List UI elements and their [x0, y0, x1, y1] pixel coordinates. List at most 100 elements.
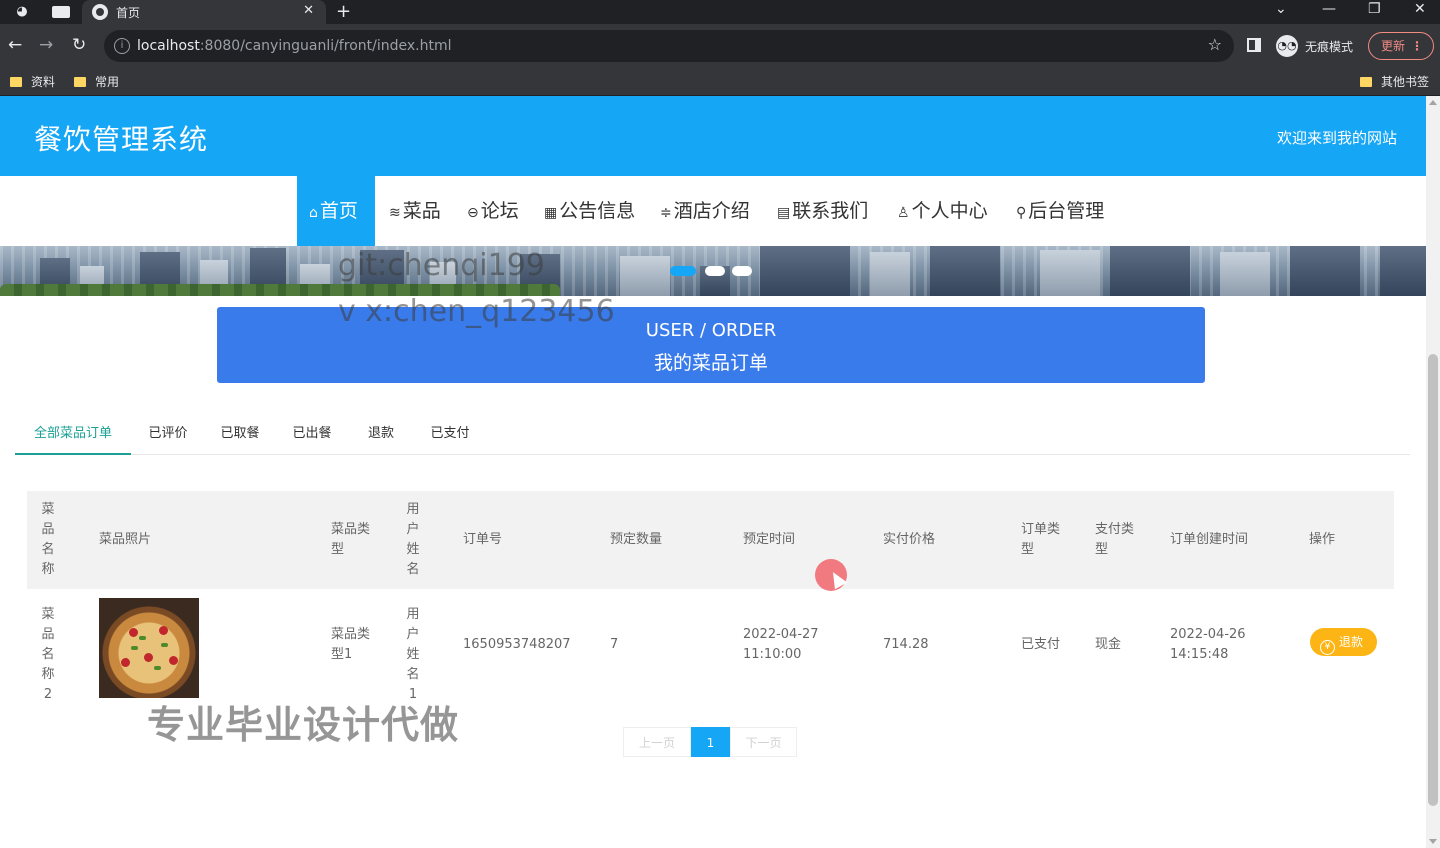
- prev-page-button[interactable]: 上一页: [623, 727, 691, 757]
- page-scrollbar[interactable]: [1426, 96, 1440, 848]
- watermark-ad: 专业毕业设计代做: [147, 703, 460, 747]
- nav-item-dishes[interactable]: ≋ 菜品: [377, 176, 453, 246]
- bookmark-folder-2[interactable]: 常用: [74, 73, 119, 90]
- globe-icon: [92, 4, 108, 20]
- minimize-icon[interactable]: —: [1322, 1, 1336, 17]
- nav-item-notice[interactable]: ▦ 公告信息: [532, 176, 647, 246]
- nav-item-contact[interactable]: ▤ 联系我们: [765, 176, 880, 246]
- th-dish-name: 菜品名称: [41, 502, 55, 577]
- carousel-dot-1[interactable]: [670, 266, 696, 276]
- th-dish-type: 菜品类型: [331, 522, 371, 557]
- th-qty: 预定数量: [610, 532, 663, 547]
- layers-icon: ≋: [389, 205, 401, 221]
- th-order-no: 订单号: [463, 532, 503, 547]
- welcome-text: 欢迎来到我的网站: [1276, 129, 1397, 147]
- scroll-up-icon[interactable]: [1429, 100, 1437, 105]
- bookmark-folder-1[interactable]: 资料: [10, 73, 55, 90]
- contact-card-icon: ▤: [777, 205, 791, 221]
- tab-refund[interactable]: 退款: [357, 414, 405, 455]
- cell-reserve-time: 11:10:00: [743, 647, 802, 662]
- tab-search-icon[interactable]: [52, 6, 70, 18]
- site-info-icon[interactable]: i: [114, 38, 130, 54]
- th-action: 操作: [1309, 532, 1336, 547]
- next-page-button[interactable]: 下一页: [730, 727, 797, 757]
- update-button[interactable]: 更新 ⋮: [1368, 32, 1434, 60]
- tab-all-orders[interactable]: 全部菜品订单: [15, 414, 131, 455]
- tab-reviewed[interactable]: 已评价: [137, 414, 199, 455]
- user-icon: ♙: [897, 205, 910, 221]
- back-icon[interactable]: ←: [8, 36, 22, 54]
- grid-icon: ▦: [544, 205, 558, 221]
- nav-item-admin[interactable]: ⚲ 后台管理: [1004, 176, 1116, 246]
- cell-order-type: 已支付: [1021, 637, 1061, 652]
- restore-icon[interactable]: ❐: [1368, 1, 1381, 17]
- main-nav: ⌂ 首页 ≋ 菜品 ⊖ 论坛 ▦ 公告信息 ≑ 酒店介绍 ▤ 联系我们 ♙ 个人中心 ⚲ 后台管…: [0, 176, 1426, 246]
- browser-tab-strip: ◕ 首页 ✕ + ⌄ — ❐ ✕: [0, 0, 1440, 24]
- tab-served[interactable]: 已出餐: [281, 414, 343, 455]
- nav-item-forum[interactable]: ⊖ 论坛: [455, 176, 531, 246]
- incognito-label: 无痕模式: [1305, 40, 1354, 54]
- th-order-type: 订单类型: [1021, 522, 1061, 557]
- side-panel-icon[interactable]: [1247, 38, 1261, 52]
- nav-item-personal[interactable]: ♙ 个人中心: [885, 176, 1000, 246]
- nav-item-home[interactable]: ⌂ 首页: [297, 176, 375, 246]
- scroll-down-icon[interactable]: [1429, 839, 1437, 844]
- close-tab-icon[interactable]: ✕: [303, 3, 314, 18]
- incognito-icon[interactable]: ◔◔: [1276, 35, 1298, 57]
- table-header: 菜品名称 菜品照片 菜品类型 用户姓名 订单号 预定数量 预定时间 实付价格 订…: [27, 491, 1394, 589]
- order-banner-cn: 我的菜品订单: [653, 352, 768, 374]
- cell-order-no: 1650953748207: [463, 637, 571, 652]
- cell-qty: 7: [610, 637, 619, 652]
- tab-title: 首页: [116, 6, 141, 20]
- address-bar[interactable]: i localhost:8080/canyinguanli/front/inde…: [104, 30, 1234, 62]
- cell-dish-name: 菜品名称2: [41, 607, 55, 702]
- cell-pay-type: 现金: [1095, 637, 1122, 652]
- carousel-dot-2[interactable]: [705, 266, 725, 276]
- link-icon: ⚲: [1016, 205, 1027, 221]
- nav-item-hotel-intro[interactable]: ≑ 酒店介绍: [648, 176, 762, 246]
- bookmark-star-icon[interactable]: ☆: [1208, 35, 1222, 54]
- page-content: 餐饮管理系统 欢迎来到我的网站 ⌂ 首页 ≋ 菜品 ⊖ 论坛 ▦ 公告信息 ≑ 酒店介绍 …: [0, 96, 1426, 848]
- folder-icon: [1360, 77, 1372, 87]
- browser-toolbar: ← → ↻ i localhost:8080/canyinguanli/fron…: [0, 24, 1440, 68]
- browser-tab-active[interactable]: 首页 ✕: [82, 0, 326, 24]
- bookmarks-bar: 资料 常用 其他书签: [0, 68, 1440, 96]
- more-menu-icon[interactable]: ⋮: [1411, 33, 1423, 59]
- scrollbar-thumb[interactable]: [1428, 354, 1438, 806]
- cell-dish-type: 菜品类型1: [331, 627, 371, 662]
- site-title: 餐饮管理系统: [34, 123, 209, 156]
- browser-profile-icon[interactable]: ◕: [14, 4, 30, 20]
- watermark-wx: v x:chen_q123456: [338, 294, 615, 329]
- page-1-button[interactable]: 1: [691, 727, 730, 757]
- cell-created-time: 14:15:48: [1170, 647, 1229, 662]
- sliders-icon: ≑: [660, 205, 672, 221]
- cell-price: 714.28: [883, 637, 929, 652]
- refund-button[interactable]: ¥ 退款: [1310, 628, 1377, 656]
- watermark-git: git:chenqi199: [338, 248, 545, 283]
- tab-paid[interactable]: 已支付: [419, 414, 481, 455]
- new-tab-icon[interactable]: +: [336, 1, 351, 22]
- tab-dropdown-icon[interactable]: ⌄: [1275, 1, 1287, 17]
- url-text: localhost:8080/canyinguanli/front/index.…: [137, 38, 452, 54]
- carousel-dot-3[interactable]: [732, 266, 752, 276]
- site-header: 餐饮管理系统 欢迎来到我的网站: [0, 96, 1426, 176]
- cell-user-name: 用户姓名1: [406, 607, 420, 702]
- th-created-time: 订单创建时间: [1170, 532, 1249, 547]
- reload-icon[interactable]: ↻: [72, 36, 86, 54]
- home-icon: ⌂: [309, 205, 318, 221]
- th-pay-type: 支付类型: [1095, 522, 1135, 557]
- tab-picked-up[interactable]: 已取餐: [209, 414, 271, 455]
- order-filter-tabs: 全部菜品订单 已评价 已取餐 已出餐 退款 已支付: [15, 414, 1410, 455]
- th-user-name: 用户姓名: [406, 502, 420, 577]
- window-close-icon[interactable]: ✕: [1414, 1, 1426, 17]
- cell-reserve-date: 2022-04-27: [743, 627, 819, 642]
- th-price: 实付价格: [883, 532, 936, 547]
- yen-icon: ¥: [1320, 640, 1335, 655]
- table-row: 菜品名称2 菜品类型1 用户姓名1 1650953748207 7 2022-0…: [27, 589, 1394, 702]
- forward-icon[interactable]: →: [39, 36, 53, 54]
- th-reserve-time: 预定时间: [743, 532, 796, 547]
- th-dish-photo: 菜品照片: [99, 532, 152, 547]
- other-bookmarks[interactable]: 其他书签: [1360, 73, 1429, 90]
- cell-created-date: 2022-04-26: [1170, 627, 1246, 642]
- folder-icon: [10, 77, 22, 87]
